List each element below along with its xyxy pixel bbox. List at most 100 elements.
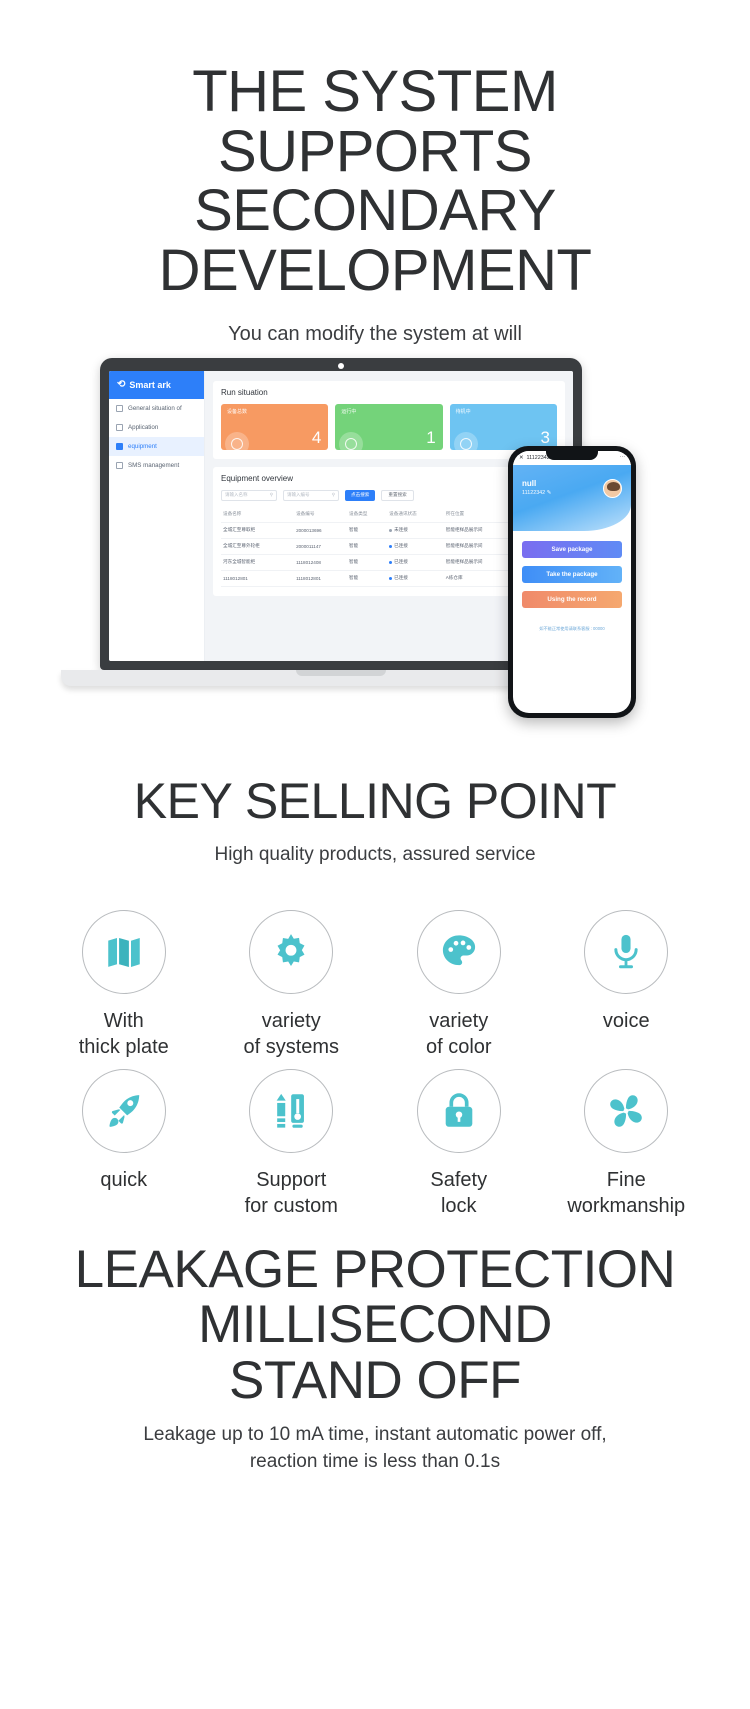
search-input-code-placeholder: 请输入编号 — [287, 492, 310, 498]
cell-name: 全城汇至尊外轮柜 — [221, 538, 295, 555]
stat-card-value: 4 — [311, 427, 322, 447]
leakage-title-line-2: MILLISECOND — [198, 1295, 552, 1355]
feature-label-line: thick plate — [78, 1036, 169, 1059]
stat-card-total[interactable]: 设备总数 4 — [221, 403, 329, 450]
pie-icon — [225, 431, 249, 450]
lock-icon — [445, 1093, 473, 1127]
table-row[interactable]: 河东全城智能柜 1118012408 智能 已连接 智能柜样品展示间 正常 — [221, 554, 557, 571]
cell-location: 智能柜样品展示间 — [443, 522, 517, 539]
cell-code: 1118012801 — [294, 570, 348, 587]
leakage-title-line-3: STAND OFF — [229, 1350, 521, 1410]
using-record-button[interactable]: Using the record — [522, 590, 622, 608]
cell-name: 1118012801 — [221, 570, 295, 587]
cell-code: 2000011147 — [294, 538, 348, 555]
col-type: 设备类型 — [347, 506, 388, 523]
device-icon — [116, 442, 123, 450]
table-row[interactable]: 1118012801 1118012801 智能 已连接 A栋仓库 正常 — [221, 570, 557, 587]
status-dot — [389, 560, 393, 564]
phone-action-buttons: Save package Take the package Using the … — [513, 531, 631, 632]
feature-icon-circle — [81, 1068, 166, 1153]
feature-with-thick-plate: With thick plate — [40, 909, 208, 1061]
sidebar-item-application[interactable]: Application — [109, 418, 204, 437]
phone-screen: ✕ 11122342 ⋯ null 11122342 ✎ Save packag… — [513, 450, 631, 713]
refresh-circle-icon: ⟲ — [117, 378, 126, 390]
status-dot — [389, 576, 393, 580]
feature-fine-workmanship: Fine workmanship — [543, 1068, 711, 1220]
avatar[interactable] — [603, 478, 622, 498]
infographic-page: THE SYSTEM SUPPORTS SECONDARY DEVELOPMEN… — [0, 0, 750, 1709]
table-row[interactable]: 全城汇至尊外轮柜 2000011147 智能 已连接 智能柜样品展示间 正常 — [221, 538, 557, 555]
feature-safety-lock: Safety lock — [375, 1068, 543, 1220]
equipment-overview-title: Equipment overview — [221, 473, 294, 483]
pencil-icon[interactable]: ✎ — [547, 490, 552, 496]
ksp-subtitle: High quality products, assured service — [214, 843, 536, 865]
feature-support-for-custom: Support for custom — [208, 1068, 376, 1220]
feature-label: voice — [543, 1008, 711, 1034]
apps-icon — [116, 423, 123, 431]
phone-footer-note: 如不能正常使用请联系客服 : 00000 — [539, 625, 605, 631]
leakage-subtitle-line-1: Leakage up to 10 mA time, instant automa… — [143, 1424, 607, 1446]
equipment-table: 设备名称 设备编号 设备类型 设备通讯状态 所在位置 运行状态 全城汇至尊取柜 — [221, 506, 557, 587]
col-code: 设备编号 — [294, 506, 348, 523]
custom-tools-icon — [276, 1093, 305, 1128]
app-brand: ⟲ Smart ark — [109, 370, 204, 399]
search-input-code[interactable]: 请输入编号 ⚲ — [283, 489, 339, 501]
close-icon[interactable]: ✕ — [519, 455, 524, 461]
feature-icon-circle — [584, 1068, 669, 1153]
hero-title-line-3: SECONDARY — [194, 178, 556, 244]
feature-label-line: lock — [440, 1195, 477, 1218]
run-situation-panel: Run situation 设备总数 4 运行中 1 待机中 3 — [213, 380, 565, 459]
rocket-icon — [109, 1094, 139, 1127]
cell-name: 全城汇至尊取柜 — [221, 522, 295, 539]
cell-code: 1118012408 — [294, 554, 348, 571]
check-icon — [339, 431, 364, 450]
table-toolbar: 请输入名称 ⚲ 请输入编号 ⚲ 点击搜索 重置搜索 — [221, 489, 557, 501]
app-sidebar: ⟲ Smart ark General situation of Applica… — [109, 370, 205, 661]
run-situation-title: Run situation — [221, 387, 268, 397]
stat-card-label: 运行中 — [341, 408, 357, 415]
take-package-button[interactable]: Take the package — [522, 565, 622, 583]
feature-label: variety of color — [375, 1008, 543, 1061]
sidebar-item-label: SMS management — [128, 461, 180, 469]
feature-label-line: variety — [261, 1009, 321, 1032]
hero-title-line-4: DEVELOPMENT — [158, 238, 592, 304]
feature-label-line: Fine — [606, 1168, 646, 1191]
map-icon — [108, 937, 140, 967]
search-input-name[interactable]: 请输入名称 ⚲ — [221, 489, 277, 501]
cell-comm-text: 已连接 — [394, 575, 408, 581]
stat-card-standby[interactable]: 待机中 3 — [449, 403, 557, 450]
feature-icon-circle — [584, 909, 669, 994]
table-row[interactable]: 全城汇至尊取柜 2000013696 智能 未连接 智能柜样品展示间 正常 — [221, 522, 557, 539]
magnifier-icon: ⚲ — [269, 492, 273, 498]
feature-label: Safety lock — [375, 1167, 543, 1220]
device-mockups: ⟲ Smart ark General situation of Applica… — [0, 357, 750, 758]
palette-icon — [442, 935, 475, 966]
cell-comm-text: 未连接 — [394, 527, 408, 533]
hero-title-line-1: THE SYSTEM — [192, 59, 558, 124]
reset-button[interactable]: 重置搜索 — [381, 489, 414, 501]
stat-card-running[interactable]: 运行中 1 — [335, 403, 443, 450]
microphone-icon — [614, 934, 638, 969]
cell-type: 智能 — [347, 570, 388, 587]
feature-icon-circle — [249, 909, 334, 994]
feature-label-line: Safety — [430, 1168, 488, 1191]
phone-notch — [546, 450, 598, 460]
fan-icon — [610, 1094, 643, 1127]
status-dot — [389, 544, 393, 548]
dashboard-icon — [116, 404, 123, 412]
more-dots-icon[interactable]: ⋯ — [620, 455, 625, 461]
save-package-button[interactable]: Save package — [522, 540, 622, 558]
feature-label-line: variety — [429, 1009, 489, 1032]
sidebar-item-general-situation[interactable]: General situation of — [109, 399, 204, 418]
sidebar-item-sms-management[interactable]: SMS management — [109, 456, 204, 475]
status-dot — [389, 528, 393, 532]
hero-title-line-2: SUPPORTS — [217, 118, 533, 184]
leakage-title: LEAKAGE PROTECTION MILLISECOND STAND OFF — [0, 1241, 750, 1410]
search-button[interactable]: 点击搜索 — [345, 489, 376, 501]
col-comm[interactable]: 设备通讯状态 — [387, 506, 444, 523]
col-location: 所在位置 — [443, 506, 517, 523]
search-input-name-placeholder: 请输入名称 — [225, 492, 248, 498]
table-header-row: 设备名称 设备编号 设备类型 设备通讯状态 所在位置 运行状态 — [221, 506, 557, 523]
feature-variety-of-color: variety of color — [375, 909, 543, 1061]
sidebar-item-equipment[interactable]: equipment — [109, 436, 204, 456]
